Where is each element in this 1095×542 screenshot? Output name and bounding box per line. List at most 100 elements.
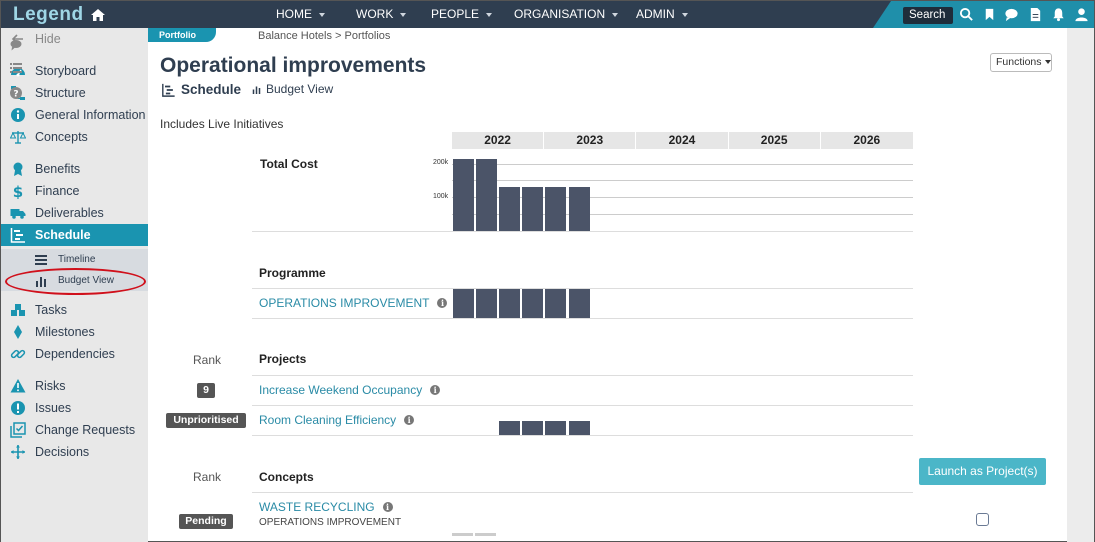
axis-label-200k: 200k bbox=[433, 159, 449, 166]
total-cost-bar bbox=[476, 158, 498, 231]
programme-bar bbox=[568, 289, 590, 318]
sidebar-item-storyboard[interactable]: Storyboard bbox=[1, 60, 148, 82]
bell-icon[interactable] bbox=[1051, 7, 1066, 22]
svg-text:?: ? bbox=[13, 89, 18, 99]
warning-icon bbox=[10, 379, 26, 393]
chevron-down-icon bbox=[612, 12, 619, 17]
award-icon bbox=[13, 162, 23, 176]
bookmark-icon[interactable] bbox=[982, 7, 997, 22]
top-bar: Legend HOME WORK PEOPLE ORGANISATION ADM… bbox=[1, 1, 1094, 28]
rank-badge: 9 bbox=[197, 383, 215, 398]
project-bar bbox=[545, 421, 567, 435]
tab-schedule[interactable]: Schedule bbox=[161, 82, 241, 97]
comment-icon[interactable] bbox=[10, 39, 22, 51]
divider bbox=[252, 405, 913, 406]
launch-as-projects-button[interactable]: Launch as Project(s) bbox=[919, 458, 1046, 485]
project-link-room-cleaning[interactable]: Room Cleaning Efficiency i bbox=[259, 413, 415, 427]
sidebar-item-schedule[interactable]: Schedule bbox=[1, 224, 148, 246]
main-nav: HOME WORK PEOPLE ORGANISATION ADMIN bbox=[271, 1, 706, 28]
tab-budget-view[interactable]: Budget View bbox=[252, 82, 333, 96]
gantt-icon bbox=[10, 228, 25, 243]
divider bbox=[252, 318, 913, 319]
programme-row-link[interactable]: OPERATIONS IMPROVEMENT i bbox=[259, 296, 448, 310]
document-icon[interactable] bbox=[1028, 7, 1043, 22]
breadcrumb[interactable]: Balance Hotels > Portfolios bbox=[258, 30, 390, 42]
project-link-weekend-occupancy[interactable]: Increase Weekend Occupancy i bbox=[259, 383, 441, 397]
page-title: Operational improvements bbox=[160, 54, 427, 77]
nav-organisation[interactable]: ORGANISATION bbox=[509, 1, 631, 28]
info-icon[interactable]: i bbox=[404, 415, 415, 425]
sidebar-item-milestones[interactable]: Milestones bbox=[1, 321, 148, 343]
sidebar-item-benefits[interactable]: Benefits bbox=[1, 158, 148, 180]
sidebar-item-tasks[interactable]: Tasks bbox=[1, 299, 148, 321]
sidebar-item-issues[interactable]: Issues bbox=[1, 397, 148, 419]
total-cost-bar bbox=[453, 158, 474, 231]
user-icon[interactable] bbox=[1074, 7, 1089, 22]
info-circle-icon bbox=[11, 108, 25, 122]
sidebar-item-dependencies[interactable]: Dependencies bbox=[1, 343, 148, 365]
logo[interactable]: Legend bbox=[13, 4, 106, 26]
info-icon[interactable]: i bbox=[430, 385, 441, 395]
gantt-icon bbox=[162, 83, 175, 97]
axis-label-100k: 100k bbox=[433, 193, 449, 200]
link-icon bbox=[10, 349, 26, 359]
search-input[interactable]: Search bbox=[903, 7, 953, 24]
help-icon[interactable]: ? bbox=[10, 87, 22, 99]
total-cost-bar bbox=[568, 187, 590, 231]
grid-line bbox=[452, 164, 913, 165]
chevron-down-icon bbox=[486, 12, 493, 17]
diamond-icon bbox=[14, 325, 22, 339]
year-2026: 2026 bbox=[853, 133, 881, 147]
programme-bar bbox=[476, 289, 498, 318]
dollar-icon: $ bbox=[13, 183, 23, 199]
balance-scale-icon bbox=[10, 131, 26, 144]
portfolio-tab[interactable]: Portfolio bbox=[148, 28, 216, 42]
sidebar-item-risks[interactable]: Risks bbox=[1, 375, 148, 397]
sidebar-item-deliverables[interactable]: Deliverables bbox=[1, 202, 148, 224]
programme-label: Programme bbox=[259, 266, 326, 280]
nav-admin[interactable]: ADMIN bbox=[631, 1, 706, 28]
year-2025: 2025 bbox=[729, 132, 821, 149]
sidebar-item-finance[interactable]: $ Finance bbox=[1, 180, 148, 202]
info-icon[interactable]: i bbox=[382, 502, 393, 512]
concept-link-waste-recycling[interactable]: WASTE RECYCLING i bbox=[259, 500, 393, 514]
sidebar-sub-timeline[interactable]: Timeline bbox=[1, 249, 148, 270]
project-bar bbox=[568, 421, 590, 435]
divider bbox=[252, 375, 913, 376]
sidebar-item-change-requests[interactable]: Change Requests bbox=[1, 419, 148, 441]
nav-work[interactable]: WORK bbox=[351, 1, 426, 28]
grid-line bbox=[452, 214, 913, 215]
programme-bar bbox=[453, 289, 474, 318]
nav-people[interactable]: PEOPLE bbox=[426, 1, 509, 28]
total-cost-label: Total Cost bbox=[260, 157, 318, 171]
concept-select-checkbox[interactable] bbox=[976, 513, 989, 526]
nav-home[interactable]: HOME bbox=[271, 1, 351, 28]
divider bbox=[252, 231, 913, 232]
year-2023: 2023 bbox=[544, 132, 637, 149]
pending-badge: Pending bbox=[179, 514, 233, 529]
copy-check-icon bbox=[10, 422, 26, 438]
sidebar-hide[interactable]: Hide bbox=[1, 28, 148, 50]
total-cost-bar bbox=[499, 187, 521, 231]
concept-programme-label: OPERATIONS IMPROVEMENT bbox=[259, 517, 402, 528]
scroll-hint-bar bbox=[452, 533, 473, 536]
concepts-label: Concepts bbox=[259, 470, 314, 484]
list-icon[interactable] bbox=[10, 62, 22, 74]
bar-chart-icon bbox=[252, 86, 261, 94]
info-icon[interactable]: i bbox=[437, 298, 448, 308]
chat-icon[interactable] bbox=[1004, 7, 1019, 22]
sidebar-item-concepts[interactable]: Concepts bbox=[1, 126, 148, 148]
sidebar-item-decisions[interactable]: Decisions bbox=[1, 441, 148, 463]
functions-button[interactable]: Functions bbox=[990, 53, 1052, 72]
project-bar bbox=[499, 421, 521, 435]
search-icon[interactable] bbox=[959, 7, 974, 22]
home-icon bbox=[90, 9, 105, 21]
sidebar-item-structure[interactable]: Structure bbox=[1, 82, 148, 104]
total-cost-bar bbox=[545, 187, 567, 231]
truck-icon bbox=[10, 209, 26, 219]
sidebar-item-general-information[interactable]: General Information bbox=[1, 104, 148, 126]
projects-label: Projects bbox=[259, 352, 307, 366]
exclamation-circle-icon bbox=[11, 401, 25, 415]
includes-live-initiatives: Includes Live Initiatives bbox=[160, 117, 284, 131]
divider bbox=[252, 435, 913, 436]
